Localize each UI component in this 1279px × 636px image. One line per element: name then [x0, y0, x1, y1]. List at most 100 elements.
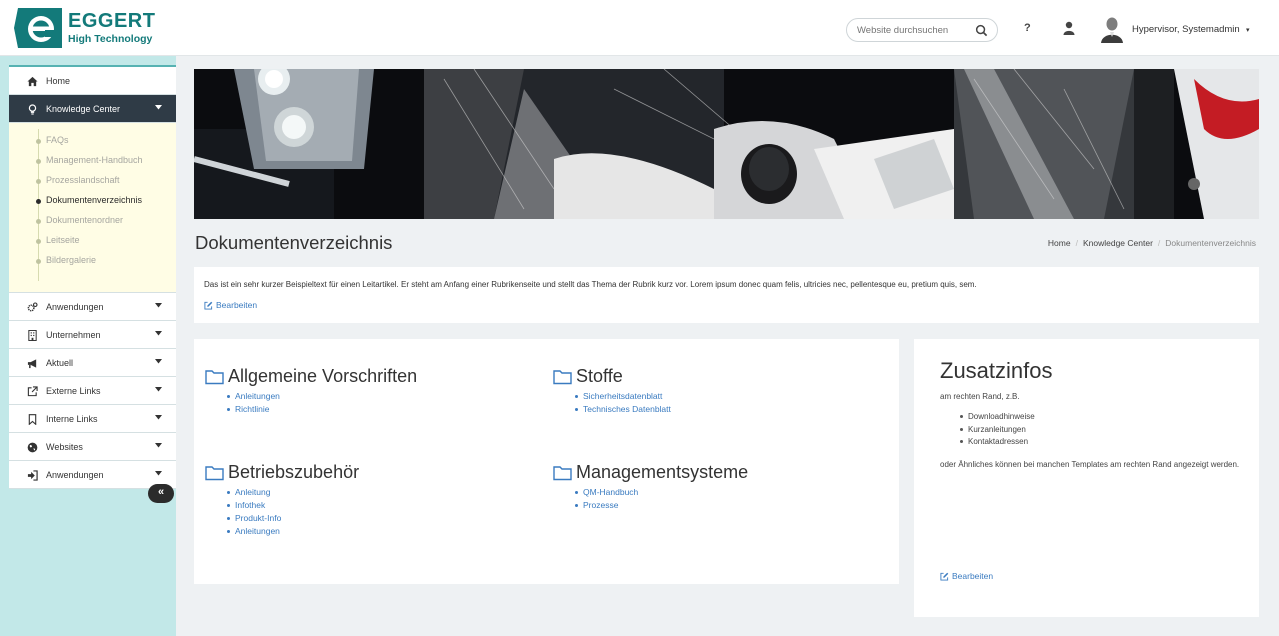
sidebar-item-knowledge-center[interactable]: Knowledge Center — [9, 95, 176, 123]
chevron-down-icon — [155, 471, 162, 476]
category-title: Allgemeine Vorschriften — [228, 366, 418, 386]
sidebar-item-label: Unternehmen — [46, 330, 101, 340]
document-link[interactable]: Anleitungen — [227, 391, 417, 404]
edit-icon — [204, 301, 213, 310]
category-title: Managementsysteme — [576, 462, 749, 482]
submenu-item-dokumentenordner[interactable]: Dokumentenordner — [46, 215, 123, 225]
zusatzinfos-box: Zusatzinfos am rechten Rand, z.B. Downlo… — [914, 339, 1259, 617]
building-icon — [28, 330, 37, 341]
category-betriebszubehoer: Betriebszubehör Anleitung Infothek Produ… — [205, 462, 359, 539]
submenu-bullet — [36, 139, 41, 144]
submenu-item-dokumentenverzeichnis[interactable]: Dokumentenverzeichnis — [46, 195, 142, 205]
aside-list-item: Downloadhinweise — [960, 412, 1035, 425]
header-banner-image — [194, 69, 1259, 219]
category-heading[interactable]: Betriebszubehör — [205, 462, 359, 483]
sidebar-item-unternehmen[interactable]: Unternehmen — [9, 321, 176, 349]
user-name[interactable]: Hypervisor, Systemadmin — [1132, 24, 1240, 35]
logo[interactable]: EGGERT High Technology — [14, 8, 155, 48]
document-link[interactable]: Richtlinie — [227, 404, 417, 417]
breadcrumb-knowledge-center[interactable]: Knowledge Center — [1083, 238, 1153, 248]
document-link[interactable]: Produkt-Info — [227, 513, 359, 526]
category-title: Betriebszubehör — [228, 462, 360, 482]
submenu-item-prozesslandschaft[interactable]: Prozesslandschaft — [46, 175, 120, 185]
breadcrumb-current: Dokumentenverzeichnis — [1165, 238, 1256, 248]
category-heading[interactable]: Managementsysteme — [553, 462, 748, 483]
edit-aside-link[interactable]: Bearbeiten — [940, 571, 993, 581]
submenu-bullet — [36, 259, 41, 264]
category-heading[interactable]: Stoffe — [553, 366, 671, 387]
edit-intro-link[interactable]: Bearbeiten — [204, 300, 257, 310]
folder-icon — [553, 465, 572, 480]
folder-icon — [205, 465, 224, 480]
sidebar-item-label: Anwendungen — [46, 302, 104, 312]
sidebar-item-websites[interactable]: Websites — [9, 433, 176, 461]
category-link-list: QM-Handbuch Prozesse — [575, 487, 748, 513]
sidebar-item-aktuell[interactable]: Aktuell — [9, 349, 176, 377]
search-input[interactable] — [857, 23, 977, 38]
aside-list: Downloadhinweise Kurzanleitungen Kontakt… — [960, 412, 1035, 450]
sidebar-item-label: Anwendungen — [46, 470, 104, 480]
avatar[interactable] — [1100, 15, 1124, 43]
brand-name: EGGERT — [68, 10, 156, 33]
category-title: Stoffe — [576, 366, 623, 386]
user-icon[interactable] — [1063, 21, 1075, 35]
category-stoffe: Stoffe Sicherheitsdatenblatt Technisches… — [553, 366, 671, 417]
submenu-bullet — [36, 219, 41, 224]
sidebar-item-externe-links[interactable]: Externe Links — [9, 377, 176, 405]
bullhorn-icon — [27, 359, 37, 369]
edit-label: Bearbeiten — [216, 300, 258, 310]
submenu-item-leitseite[interactable]: Leitseite — [46, 235, 80, 245]
search-box — [846, 18, 998, 42]
breadcrumb-home[interactable]: Home — [1048, 238, 1071, 248]
eggert-logo-icon — [14, 8, 62, 48]
sidebar-item-label: Aktuell — [46, 358, 74, 368]
category-link-list: Sicherheitsdatenblatt Technisches Datenb… — [575, 391, 671, 417]
sidebar-item-label: Interne Links — [46, 414, 98, 424]
submenu-item-faqs[interactable]: FAQs — [46, 135, 69, 145]
edit-label: Bearbeiten — [952, 571, 994, 581]
submenu-item-bildergalerie[interactable]: Bildergalerie — [46, 255, 96, 265]
sign-in-icon — [27, 470, 38, 481]
sidebar-item-anwendungen[interactable]: Anwendungen — [9, 293, 176, 321]
breadcrumb: Home / Knowledge Center / Dokumentenverzeich… — [1048, 238, 1256, 248]
submenu-item-management-handbuch[interactable]: Management-Handbuch — [46, 155, 143, 165]
breadcrumb-separator: / — [1157, 238, 1161, 248]
sidebar-item-label: Externe Links — [46, 386, 101, 396]
submenu-bullet — [36, 239, 41, 244]
breadcrumb-separator: / — [1075, 238, 1078, 248]
top-header: EGGERT High Technology ? Hypervisor, Sys… — [0, 0, 1279, 56]
lightbulb-icon — [28, 104, 37, 115]
document-link[interactable]: Anleitung — [227, 487, 359, 500]
document-link[interactable]: Sicherheitsdatenblatt — [575, 391, 671, 404]
search-icon[interactable] — [975, 24, 988, 37]
document-link[interactable]: Anleitungen — [227, 526, 359, 539]
chevron-down-icon — [155, 105, 162, 110]
chevron-down-icon[interactable]: ▾ — [1246, 26, 1250, 34]
category-link-list: Anleitung Infothek Produkt-Info Anleitun… — [227, 487, 359, 539]
aside-list-item: Kurzanleitungen — [960, 425, 1035, 438]
category-heading[interactable]: Allgemeine Vorschriften — [205, 366, 417, 387]
page-title: Dokumentenverzeichnis — [195, 232, 393, 253]
category-allgemeine-vorschriften: Allgemeine Vorschriften Anleitungen Rich… — [205, 366, 417, 417]
intro-box: Das ist ein sehr kurzer Beispieltext für… — [194, 267, 1259, 323]
document-link[interactable]: Prozesse — [575, 500, 748, 513]
globe-icon — [27, 442, 38, 453]
aside-list-item: Kontaktadressen — [960, 437, 1035, 450]
double-chevron-left-icon: « — [158, 486, 165, 498]
submenu-bullet — [36, 159, 41, 164]
sidebar-item-interne-links[interactable]: Interne Links — [9, 405, 176, 433]
chevron-down-icon — [155, 303, 162, 308]
document-link[interactable]: Infothek — [227, 500, 359, 513]
aside-text: oder Ähnliches können bei manchen Templa… — [940, 460, 1240, 469]
sidebar-collapse-button[interactable]: « — [148, 484, 174, 503]
sidebar-item-home[interactable]: Home — [9, 67, 176, 95]
document-link[interactable]: QM-Handbuch — [575, 487, 748, 500]
help-icon[interactable]: ? — [1024, 22, 1031, 34]
chevron-down-icon — [155, 359, 162, 364]
category-managementsysteme: Managementsysteme QM-Handbuch Prozesse — [553, 462, 748, 513]
category-link-list: Anleitungen Richtlinie — [227, 391, 417, 417]
document-link[interactable]: Technisches Datenblatt — [575, 404, 671, 417]
sidebar-item-anwendungen-2[interactable]: Anwendungen — [9, 461, 176, 489]
document-categories-box: Allgemeine Vorschriften Anleitungen Rich… — [194, 339, 899, 584]
bookmark-icon — [28, 414, 37, 425]
